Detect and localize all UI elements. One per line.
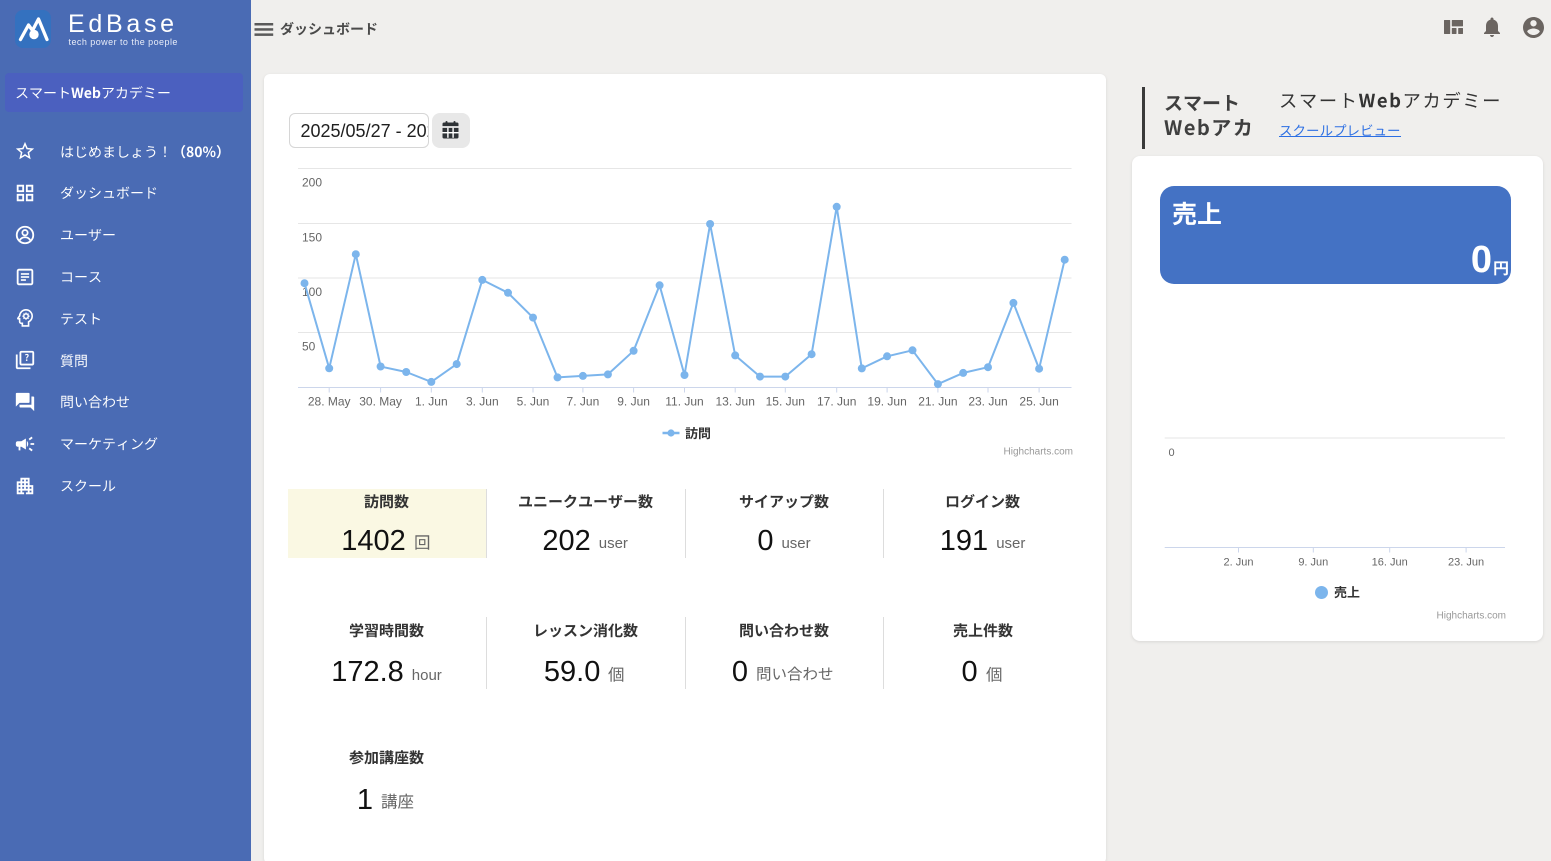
svg-text:200: 200	[302, 175, 322, 189]
svg-text:25. Jun: 25. Jun	[1019, 395, 1058, 409]
svg-text:13. Jun: 13. Jun	[716, 395, 755, 409]
svg-text:23. Jun: 23. Jun	[1448, 557, 1484, 569]
svg-text:50: 50	[302, 339, 316, 353]
svg-text:19. Jun: 19. Jun	[867, 395, 906, 409]
svg-text:5. Jun: 5. Jun	[517, 395, 550, 409]
svg-text:0: 0	[1169, 447, 1175, 459]
svg-text:21. Jun: 21. Jun	[918, 395, 957, 409]
svg-text:1. Jun: 1. Jun	[415, 395, 448, 409]
svg-text:2. Jun: 2. Jun	[1224, 557, 1254, 569]
svg-text:150: 150	[302, 230, 322, 244]
svg-text:15. Jun: 15. Jun	[766, 395, 805, 409]
svg-text:28. May: 28. May	[308, 395, 351, 409]
svg-text:9. Jun: 9. Jun	[617, 395, 650, 409]
svg-text:Highcharts.com: Highcharts.com	[1004, 447, 1073, 458]
svg-text:30. May: 30. May	[359, 395, 402, 409]
svg-text:Highcharts.com: Highcharts.com	[1437, 611, 1506, 622]
svg-text:7. Jun: 7. Jun	[567, 395, 600, 409]
svg-text:23. Jun: 23. Jun	[968, 395, 1007, 409]
svg-text:11. Jun: 11. Jun	[665, 395, 703, 409]
svg-text:17. Jun: 17. Jun	[817, 395, 856, 409]
svg-text:16. Jun: 16. Jun	[1372, 557, 1408, 569]
svg-text:3. Jun: 3. Jun	[466, 395, 499, 409]
svg-text:9. Jun: 9. Jun	[1298, 557, 1328, 569]
